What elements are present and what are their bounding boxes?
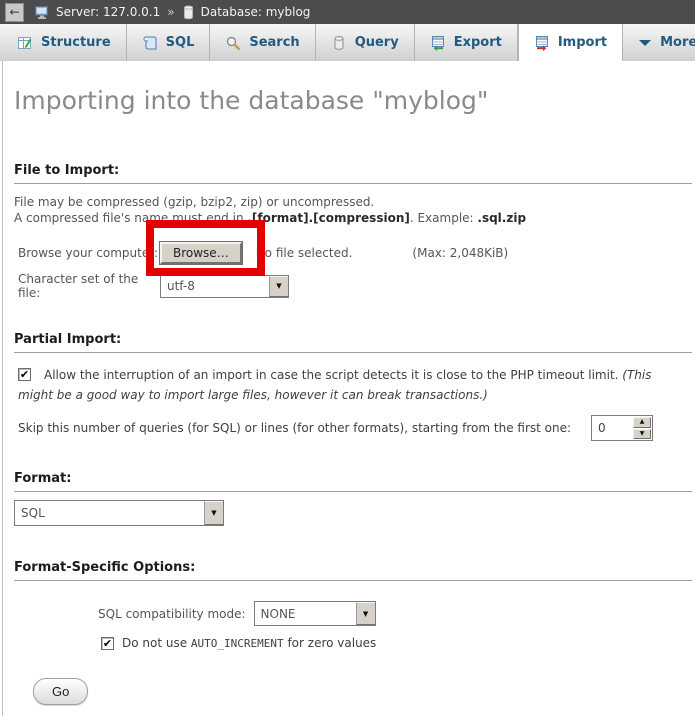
- tab-query[interactable]: Query: [316, 24, 415, 61]
- spinner-down-icon: ▼: [640, 431, 645, 437]
- charset-label: Character set of the file:: [18, 272, 160, 300]
- auto-increment-label: Do not use AUTO_INCREMENT for zero value…: [122, 636, 376, 650]
- breadcrumb-separator: »: [166, 5, 175, 19]
- sql-compatibility-row: SQL compatibility mode: NONE ▼: [98, 601, 692, 626]
- main-content: Importing into the database "myblog" Fil…: [0, 85, 695, 705]
- skip-queries-spinner[interactable]: 0 ▲ ▼: [591, 415, 653, 441]
- skip-queries-label: Skip this number of queries (for SQL) or…: [18, 421, 571, 435]
- charset-row: Character set of the file: utf-8 ▼: [14, 272, 692, 300]
- format-selected-value: SQL: [15, 501, 204, 525]
- auto-increment-row: ✔ Do not use AUTO_INCREMENT for zero val…: [97, 636, 692, 650]
- sql-compatibility-selected-value: NONE: [255, 602, 356, 625]
- dropdown-arrow-icon[interactable]: ▼: [356, 602, 375, 625]
- file-naming-example: .sql.zip: [477, 211, 526, 225]
- tab-sql[interactable]: SQL: [127, 24, 211, 61]
- tab-label: Import: [558, 35, 607, 50]
- back-button[interactable]: ←: [5, 3, 24, 22]
- charset-select[interactable]: utf-8 ▼: [160, 275, 289, 298]
- checkmark-icon: ✔: [103, 638, 112, 649]
- browse-label: Browse your computer:: [18, 246, 160, 260]
- max-upload-size: (Max: 2,048KiB): [412, 246, 508, 260]
- page-title: Importing into the database "myblog": [14, 85, 692, 117]
- file-naming-pattern: .[format].[compression]: [247, 211, 409, 225]
- search-icon: [225, 35, 241, 51]
- auto-increment-checkbox[interactable]: ✔: [101, 637, 114, 650]
- section-header-partial-import: Partial Import:: [14, 332, 692, 353]
- tab-more[interactable]: More: [623, 24, 695, 61]
- sql-compatibility-select[interactable]: NONE ▼: [254, 601, 376, 626]
- server-icon: [34, 4, 50, 20]
- chevron-down-icon: [638, 39, 652, 47]
- query-icon: [331, 35, 347, 51]
- go-button[interactable]: Go: [33, 678, 88, 705]
- charset-selected-value: utf-8: [161, 276, 269, 297]
- content-left-border: [2, 61, 3, 716]
- sql-icon: [142, 35, 158, 51]
- section-header-file-to-import: File to Import:: [14, 163, 692, 184]
- checkmark-icon: ✔: [20, 369, 29, 380]
- auto-increment-code: AUTO_INCREMENT: [191, 637, 284, 650]
- tab-label: Search: [249, 35, 299, 50]
- sql-compatibility-label: SQL compatibility mode:: [98, 607, 246, 621]
- allow-interruption-checkbox[interactable]: ✔: [18, 368, 31, 381]
- skip-queries-value[interactable]: 0: [592, 416, 632, 440]
- back-arrow-icon: ←: [9, 5, 19, 19]
- database-icon: [182, 5, 195, 20]
- file-compress-hint: File may be compressed (gzip, bzip2, zip…: [14, 194, 692, 210]
- spinner-up-button[interactable]: ▲: [633, 417, 651, 428]
- allow-interruption-option: ✔Allow the interruption of an import in …: [14, 365, 686, 405]
- skip-queries-row: Skip this number of queries (for SQL) or…: [14, 415, 692, 441]
- tab-label: More: [660, 35, 695, 50]
- format-row: SQL ▼: [14, 500, 692, 526]
- import-icon: [534, 35, 550, 51]
- tab-structure[interactable]: Structure: [2, 24, 127, 61]
- tab-import[interactable]: Import: [518, 24, 623, 61]
- breadcrumb-server-link[interactable]: Server: 127.0.0.1: [56, 5, 160, 19]
- structure-icon: [17, 35, 33, 51]
- dropdown-arrow-icon[interactable]: ▼: [269, 276, 288, 297]
- no-file-selected-text: No file selected.: [256, 246, 353, 260]
- browse-row: Browse your computer: Browse… No file se…: [14, 242, 692, 264]
- section-header-format: Format:: [14, 471, 692, 492]
- breadcrumb-bar: ← Server: 127.0.0.1 » Database: myblog: [0, 0, 695, 24]
- tab-label: SQL: [166, 35, 195, 50]
- tab-label: Structure: [41, 35, 111, 50]
- tab-search[interactable]: Search: [210, 24, 315, 61]
- tab-bar: Structure SQL Search Query: [0, 24, 695, 61]
- spinner-down-button[interactable]: ▼: [633, 429, 651, 440]
- browse-button[interactable]: Browse…: [160, 242, 242, 264]
- tab-label: Export: [454, 35, 502, 50]
- breadcrumb-database-link[interactable]: Database: myblog: [201, 5, 311, 19]
- spinner-up-icon: ▲: [640, 419, 645, 425]
- export-icon: [430, 35, 446, 51]
- dropdown-arrow-icon[interactable]: ▼: [204, 501, 223, 525]
- section-header-format-specific-options: Format-Specific Options:: [14, 560, 692, 581]
- format-select[interactable]: SQL ▼: [14, 500, 224, 526]
- tab-export[interactable]: Export: [415, 24, 518, 61]
- tab-label: Query: [355, 35, 399, 50]
- file-naming-hint: A compressed file's name must end in .[f…: [14, 210, 692, 226]
